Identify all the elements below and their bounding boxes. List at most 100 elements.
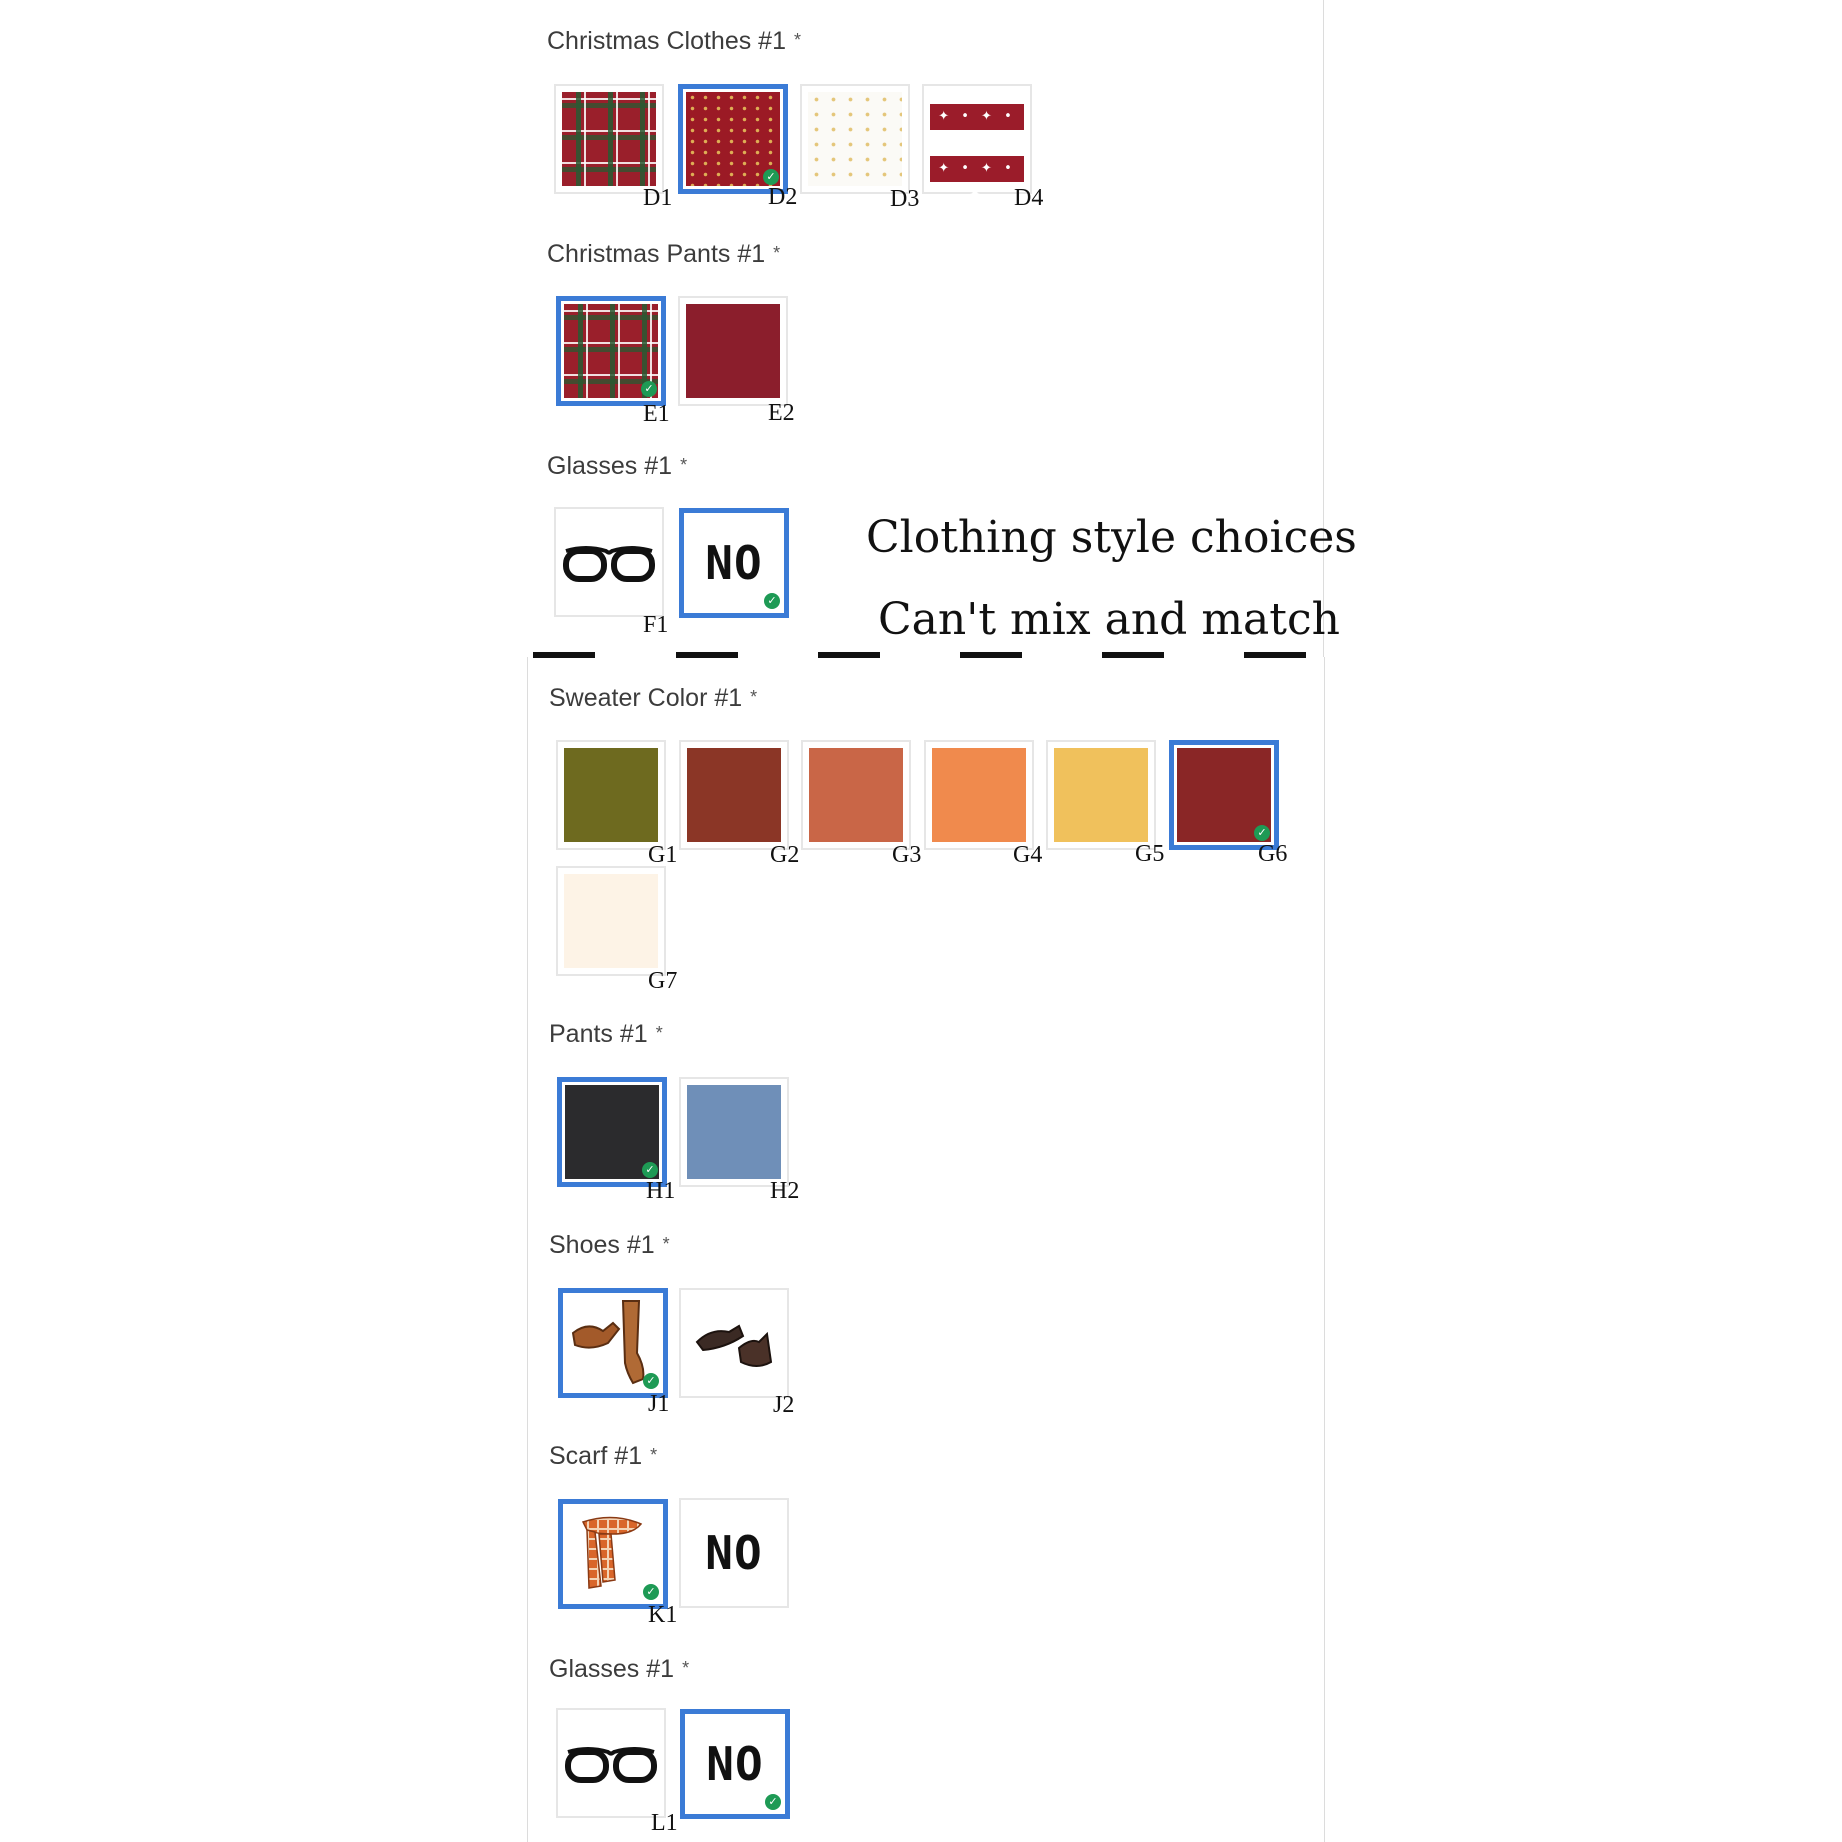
white-gold-confetti-swatch: [808, 92, 902, 186]
dark-red-swatch: [686, 304, 780, 398]
required-mark: *: [773, 243, 781, 263]
christmas-clothes-option-d4[interactable]: ✦ • ✦ • ✦ ✦ • ✦ • ✦: [922, 84, 1032, 202]
selected-check-icon: ✓: [641, 381, 657, 397]
glasses-label: Glasses #1 *: [547, 452, 687, 481]
divider-dash: [676, 652, 738, 658]
scarf-option-no[interactable]: NO: [679, 1498, 789, 1608]
option-code: G1: [648, 842, 678, 868]
color-swatch: [564, 748, 658, 842]
scarf-label-text: Scarf #1: [549, 1442, 643, 1470]
option-code: G4: [1013, 842, 1043, 868]
required-mark: *: [793, 30, 801, 50]
sweater-color-option-g3[interactable]: [801, 740, 911, 850]
option-code: G5: [1135, 841, 1165, 867]
option-code: D3: [890, 186, 920, 212]
sweater-color-label-text: Sweater Color #1: [549, 684, 743, 712]
required-mark: *: [650, 1445, 658, 1465]
required-mark: *: [680, 455, 688, 475]
option-code: H1: [646, 1178, 676, 1204]
required-mark: *: [662, 1234, 670, 1254]
annotation-line-1: Clothing style choices: [866, 512, 1357, 563]
option-code: H2: [770, 1178, 800, 1204]
sweater-color-label: Sweater Color #1 *: [549, 684, 757, 713]
christmas-clothes-label: Christmas Clothes #1 *: [547, 27, 801, 56]
glasses-icon: [563, 546, 655, 582]
shoes-label: Shoes #1 *: [549, 1231, 670, 1260]
option-code: F1: [643, 612, 669, 638]
christmas-pants-label: Christmas Pants #1 *: [547, 240, 780, 269]
divider-dash: [960, 652, 1022, 658]
glasses-label-text: Glasses #1: [547, 452, 673, 480]
pants-option-h1[interactable]: ✓: [557, 1077, 667, 1187]
required-mark: *: [655, 1023, 663, 1043]
option-code: G6: [1258, 841, 1288, 867]
christmas-clothes-label-text: Christmas Clothes #1: [547, 27, 786, 55]
christmas-clothes-option-d2[interactable]: ✓: [678, 84, 788, 194]
shoes-option-j1[interactable]: ✓: [558, 1288, 668, 1398]
glasses-icon: [565, 1747, 657, 1783]
glasses-option-no-2[interactable]: NO ✓: [680, 1709, 790, 1819]
selected-check-icon: ✓: [643, 1373, 659, 1389]
glasses-option-l1[interactable]: [556, 1708, 666, 1818]
glasses-option-no[interactable]: NO ✓: [679, 508, 789, 618]
option-code: E2: [768, 400, 795, 426]
shoes-icon: [695, 1324, 773, 1367]
color-swatch: [809, 748, 903, 842]
christmas-clothes-option-d1[interactable]: [554, 84, 664, 194]
sweater-color-option-g7[interactable]: [556, 866, 666, 976]
option-code: J1: [648, 1391, 670, 1417]
divider-dash: [1102, 652, 1164, 658]
option-code: G7: [648, 968, 678, 994]
shoes-label-text: Shoes #1: [549, 1231, 655, 1259]
required-mark: *: [750, 687, 758, 707]
pants-label-text: Pants #1: [549, 1020, 648, 1048]
glasses-option-f1[interactable]: [554, 507, 664, 617]
option-code: L1: [651, 1810, 678, 1836]
sweater-color-option-g5[interactable]: [1046, 740, 1156, 850]
option-code: K1: [648, 1602, 678, 1628]
sweater-color-option-g1[interactable]: [556, 740, 666, 850]
sweater-color-option-g6[interactable]: ✓: [1169, 740, 1279, 850]
color-swatch: [687, 1085, 781, 1179]
christmas-pants-label-text: Christmas Pants #1: [547, 240, 766, 268]
sweater-color-option-g2[interactable]: [679, 740, 789, 850]
scarf-label: Scarf #1 *: [549, 1442, 657, 1471]
color-swatch: [687, 748, 781, 842]
selected-check-icon: ✓: [642, 1162, 658, 1178]
pants-label: Pants #1 *: [549, 1020, 663, 1049]
pants-option-h2[interactable]: [679, 1077, 789, 1187]
no-option-text: NO: [705, 1526, 763, 1580]
divider-dash: [533, 652, 595, 658]
option-code: J2: [773, 1392, 795, 1418]
option-code: D4: [1014, 185, 1044, 211]
required-mark: *: [682, 1658, 690, 1678]
option-code: D1: [643, 185, 673, 211]
divider-dash: [818, 652, 880, 658]
option-code: G2: [770, 842, 800, 868]
option-code: E1: [643, 401, 670, 427]
color-swatch: [564, 874, 658, 968]
scarf-option-k1[interactable]: ✓: [558, 1499, 668, 1609]
red-stripes-swatch: ✦ • ✦ • ✦ ✦ • ✦ • ✦: [930, 92, 1024, 202]
christmas-clothes-option-d3[interactable]: [800, 84, 910, 194]
color-swatch: [1054, 748, 1148, 842]
color-swatch: [932, 748, 1026, 842]
stripe-pattern: ✦ • ✦ • ✦: [930, 104, 1024, 150]
option-code: G3: [892, 842, 922, 868]
option-code: D2: [768, 184, 798, 210]
selected-check-icon: ✓: [764, 593, 780, 609]
stripe-pattern: ✦ • ✦ • ✦: [930, 156, 1024, 202]
shoes-option-j2[interactable]: [679, 1288, 789, 1398]
glasses-label-2: Glasses #1 *: [549, 1655, 689, 1684]
plaid-swatch: [562, 92, 656, 186]
selected-check-icon: ✓: [643, 1584, 659, 1600]
sweater-color-option-g4[interactable]: [924, 740, 1034, 850]
selected-check-icon: ✓: [763, 169, 779, 185]
glasses-label-text: Glasses #1: [549, 1655, 675, 1683]
selected-check-icon: ✓: [1254, 825, 1270, 841]
selected-check-icon: ✓: [765, 1794, 781, 1810]
annotation-line-2: Can't mix and match: [878, 594, 1340, 645]
christmas-pants-option-e1[interactable]: ✓: [556, 296, 666, 406]
divider-dash: [1244, 652, 1306, 658]
christmas-pants-option-e2[interactable]: [678, 296, 788, 406]
